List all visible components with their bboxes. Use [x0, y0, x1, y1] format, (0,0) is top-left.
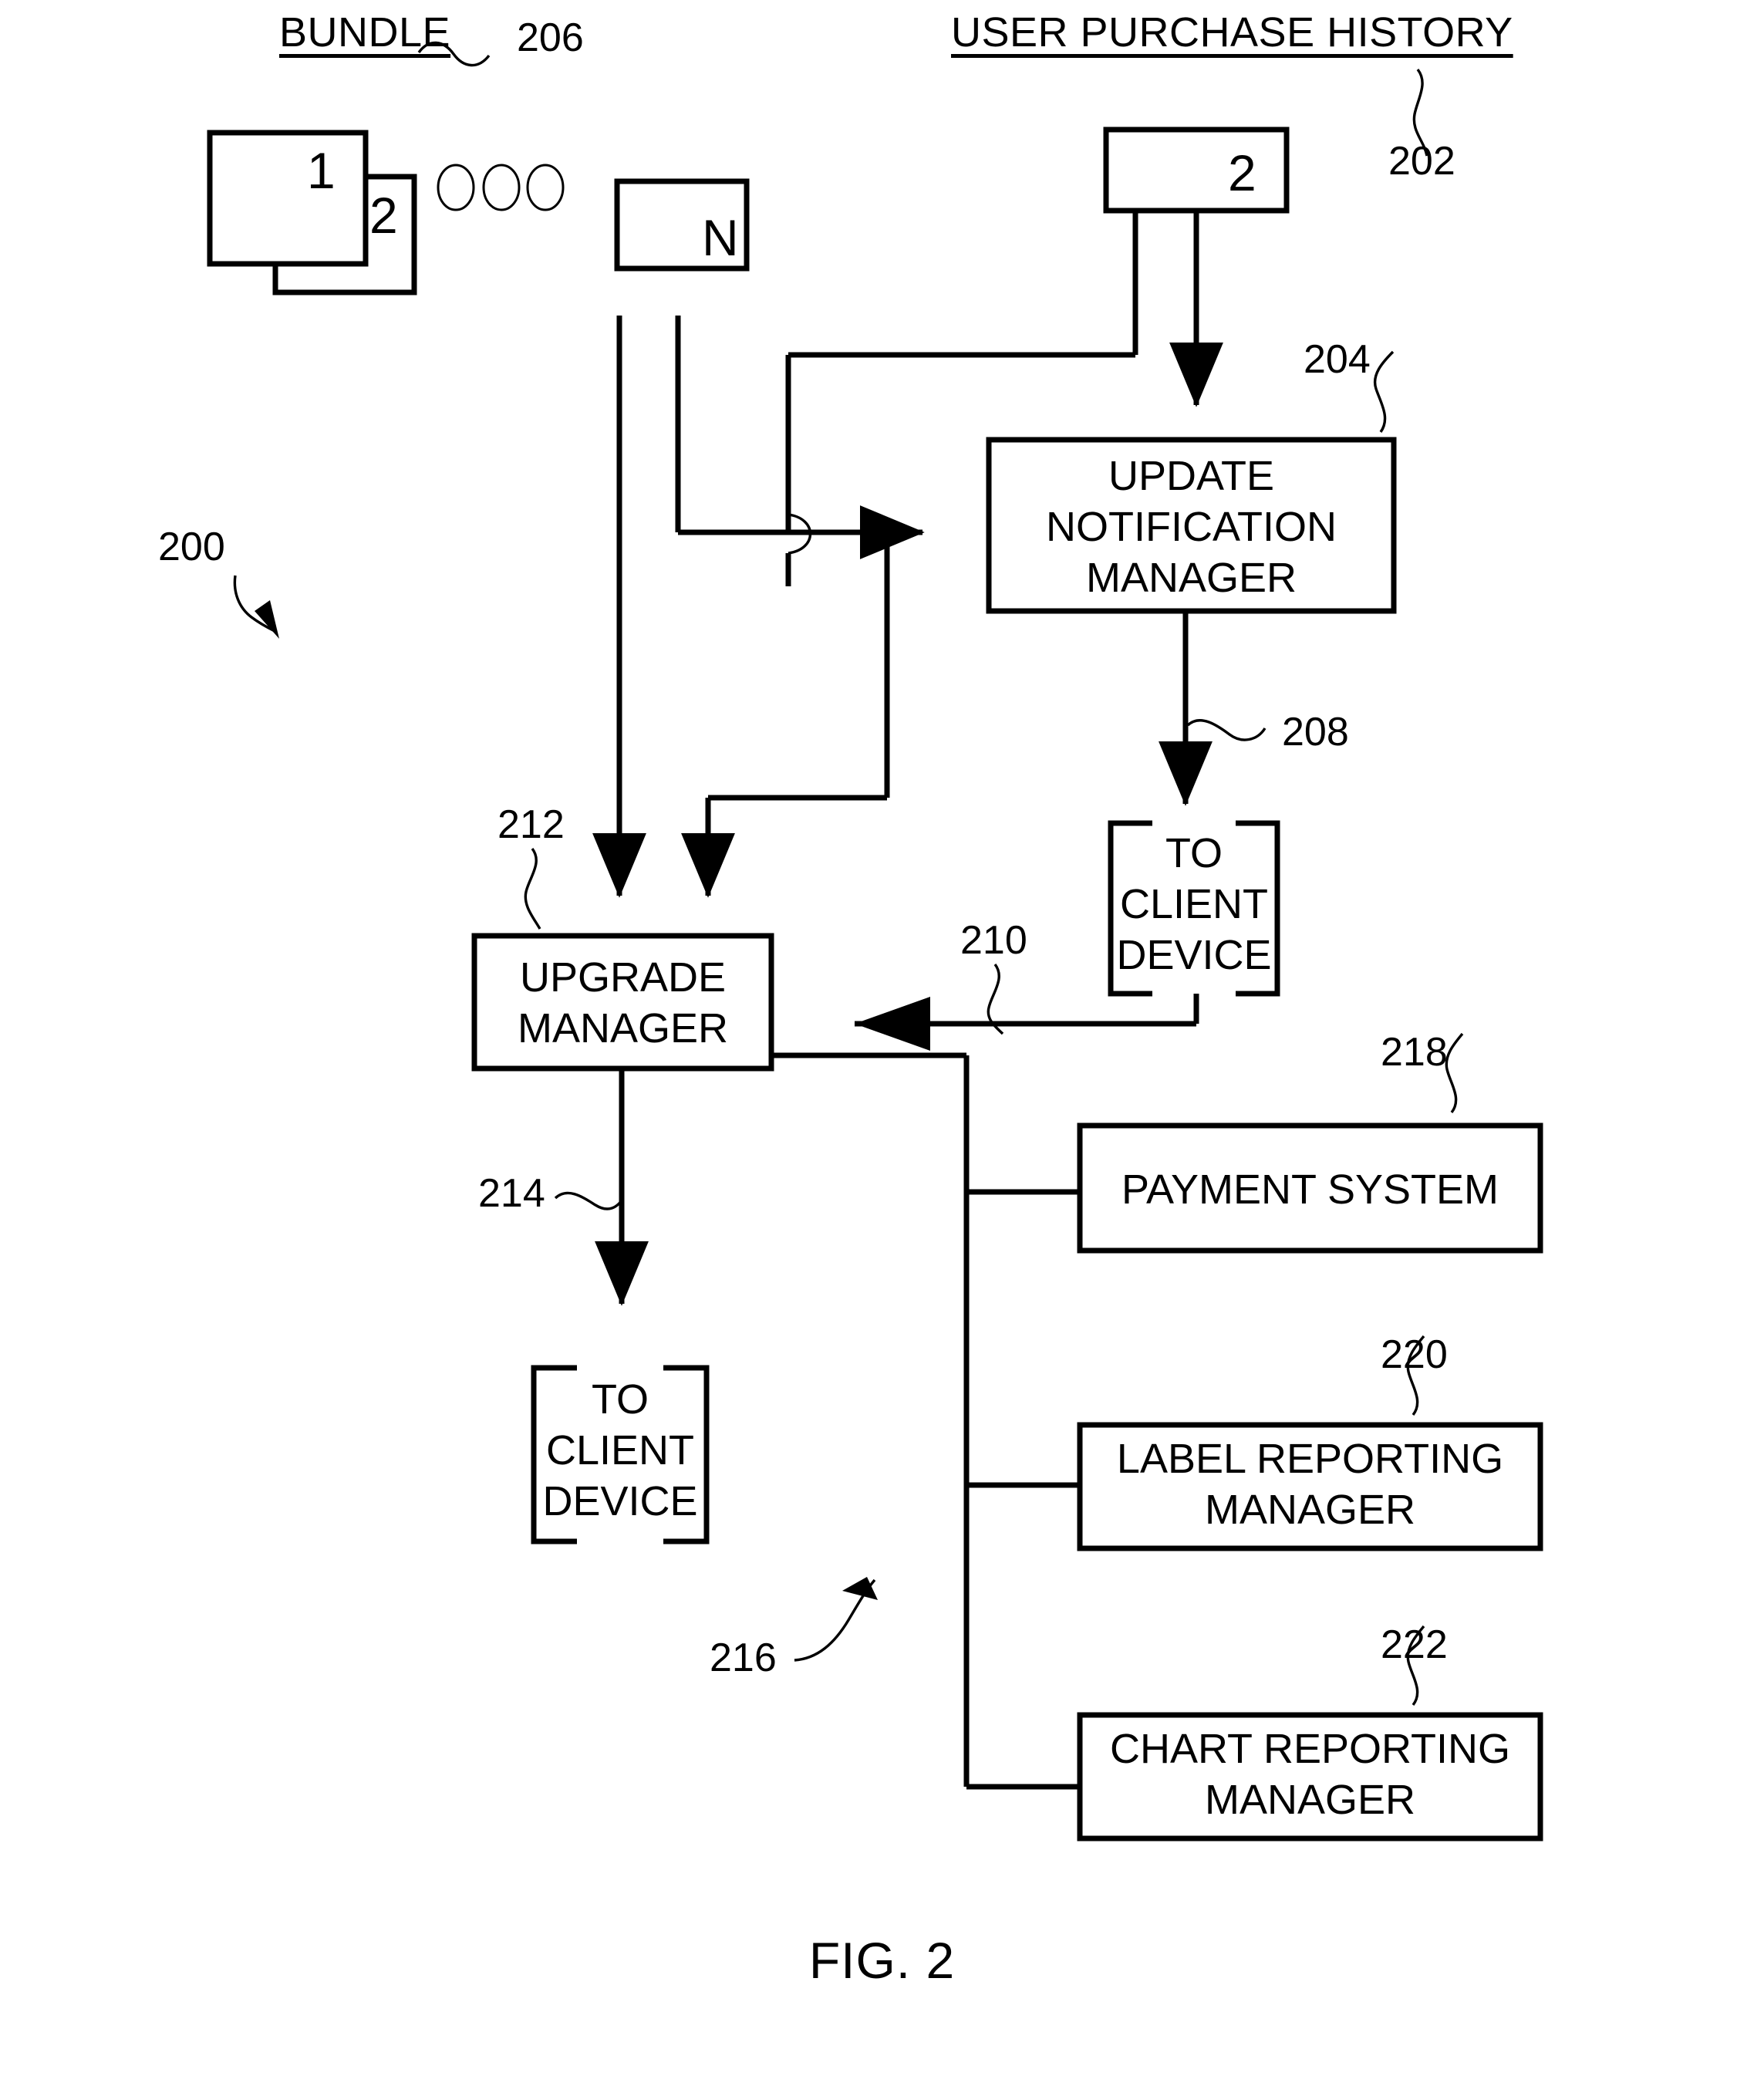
bundle-item-1-label: 1	[307, 142, 336, 199]
bundle-item-2-label: 2	[369, 187, 398, 244]
bundle-ref-number: 206	[517, 15, 584, 60]
bus-ref-leader	[842, 1577, 878, 1600]
upgrade-manager-line-1: UPGRADE	[519, 954, 727, 1001]
label-reporting-manager-line-2: MANAGER	[1204, 1487, 1416, 1533]
bundle-section-title: BUNDLE	[279, 9, 451, 56]
bundle-item-n-label: N	[702, 209, 739, 266]
system-ref-number: 200	[158, 525, 225, 569]
chart-reporting-manager-line-2: MANAGER	[1204, 1777, 1416, 1823]
payment-system-ref-number: 218	[1381, 1030, 1448, 1075]
chart-reporting-manager-ref-number: 222	[1381, 1622, 1448, 1667]
update-notification-manager-line-1: UPDATE	[1108, 453, 1275, 499]
chart-reporting-manager-line-1: CHART REPORTING	[1109, 1726, 1511, 1772]
label-reporting-manager-ref-number: 220	[1381, 1332, 1448, 1377]
to-client-device-lower-line-3: DEVICE	[542, 1478, 698, 1524]
to-client-device-upper-line-3: DEVICE	[1116, 932, 1272, 978]
purchase-history-ref-number: 202	[1388, 139, 1455, 184]
update-notification-manager-line-3: MANAGER	[1085, 555, 1297, 601]
purchase-history-section-title: USER PURCHASE HISTORY	[951, 9, 1513, 56]
to-client-device-lower-ref-number: 214	[478, 1171, 545, 1216]
to-client-device-upper-line-2: CLIENT	[1119, 881, 1269, 927]
purchase-history-item-2-label: 2	[1228, 144, 1256, 201]
upgrade-manager-line-2: MANAGER	[517, 1005, 729, 1052]
update-notification-manager-ref-number: 204	[1304, 337, 1371, 382]
label-reporting-manager-line-1: LABEL REPORTING	[1116, 1436, 1504, 1482]
to-client-device-upper-line-1: TO	[1165, 830, 1223, 876]
update-notification-manager-line-2: NOTIFICATION	[1046, 504, 1337, 550]
bus-connector-ref-number: 216	[710, 1636, 777, 1680]
figure-caption: FIG. 2	[808, 1932, 956, 1989]
upgrade-manager-ref-number: 212	[497, 802, 565, 847]
to-client-device-lower-line-2: CLIENT	[545, 1427, 695, 1474]
system-ref-leader	[233, 575, 279, 639]
to-client-device-upper-ref-number: 208	[1282, 710, 1349, 754]
patent-figure-2: BUNDLE 206 1 2 N USER PURCHASE HISTORY 2…	[0, 0, 1764, 2093]
payment-system-label: PAYMENT SYSTEM	[1121, 1166, 1499, 1213]
to-client-device-lower-line-1: TO	[591, 1376, 649, 1423]
feedback-connector-ref-number: 210	[960, 918, 1027, 963]
